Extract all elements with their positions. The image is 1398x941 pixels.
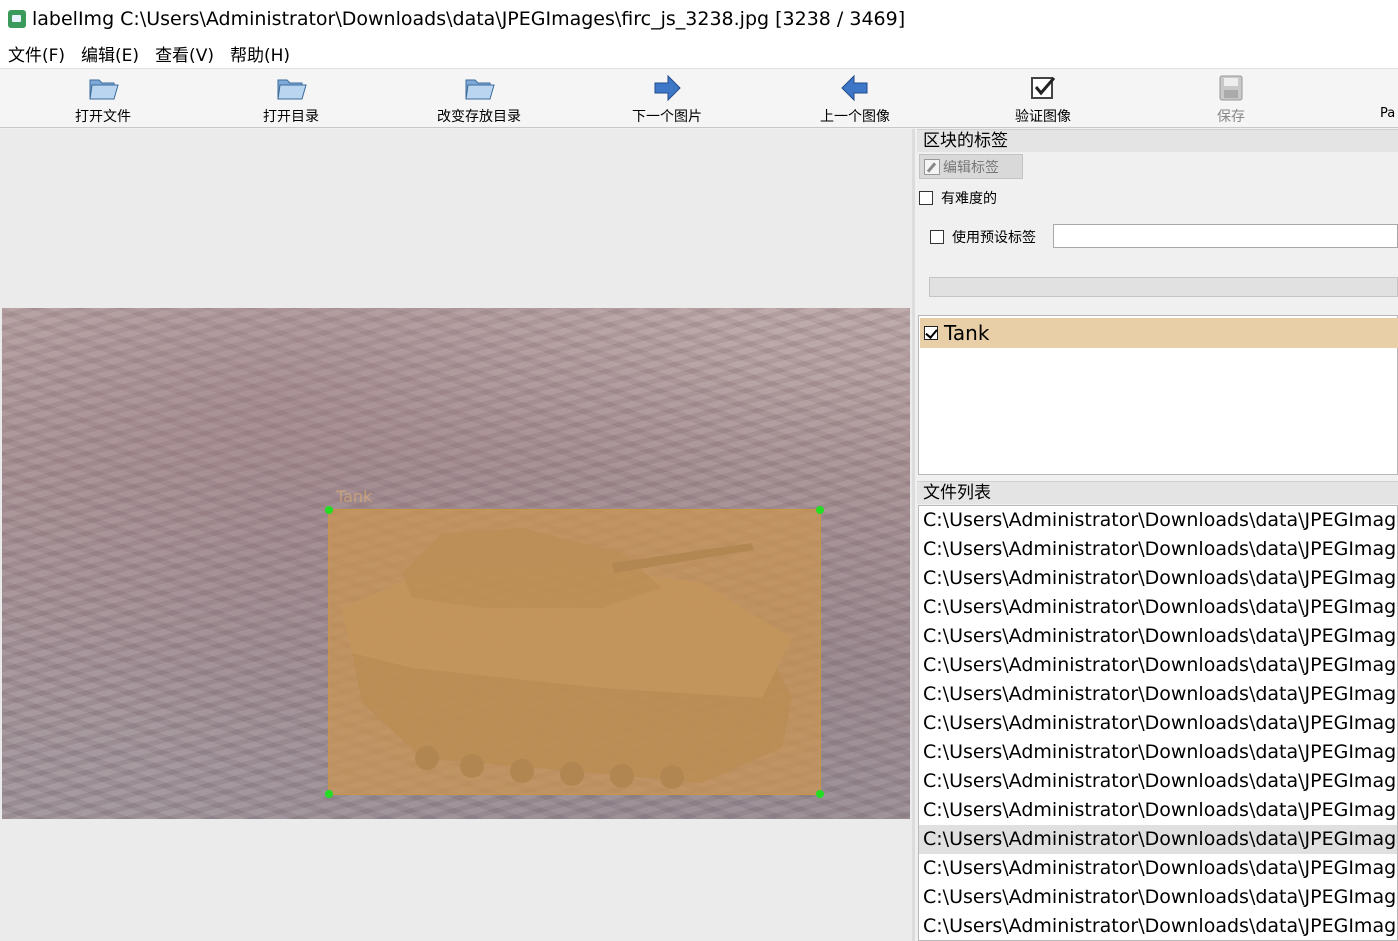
file-list-item[interactable]: C:\Users\Administrator\Downloads\data\JP…: [919, 680, 1397, 709]
difficult-checkbox-row[interactable]: 有难度的: [919, 188, 997, 208]
file-list-item[interactable]: C:\Users\Administrator\Downloads\data\JP…: [919, 854, 1397, 883]
label-list[interactable]: Tank: [918, 315, 1398, 475]
arrow-left-icon: [841, 74, 868, 102]
use-default-label-checkbox[interactable]: [930, 230, 944, 244]
file-list-item[interactable]: C:\Users\Administrator\Downloads\data\JP…: [919, 912, 1397, 940]
panel-splitter[interactable]: [912, 129, 915, 941]
menu-edit[interactable]: 编辑(E): [81, 41, 139, 66]
partial-tool-label: Pa: [1380, 106, 1396, 121]
change-save-dir-label: 改变存放目录: [437, 109, 521, 125]
next-image-button[interactable]: 下一个图片: [627, 69, 707, 127]
box-labels-title: 区块的标签: [917, 129, 1398, 152]
change-save-dir-button[interactable]: 改变存放目录: [432, 69, 526, 127]
verify-image-label: 验证图像: [1015, 109, 1071, 125]
save-label: 保存: [1217, 109, 1245, 125]
label-list-item-text: Tank: [944, 321, 990, 345]
file-list-item[interactable]: C:\Users\Administrator\Downloads\data\JP…: [919, 767, 1397, 796]
verify-image-button[interactable]: 验证图像: [1010, 69, 1076, 127]
file-list-item[interactable]: C:\Users\Administrator\Downloads\data\JP…: [919, 593, 1397, 622]
bbox-handle-bottom-right[interactable]: [816, 790, 824, 798]
checkbox-icon: [1031, 77, 1056, 99]
menu-help[interactable]: 帮助(H): [230, 41, 290, 66]
prev-image-label: 上一个图像: [820, 109, 890, 125]
window-title: labelImg C:\Users\Administrator\Download…: [32, 8, 906, 30]
arrow-right-icon: [654, 74, 681, 102]
difficult-label: 有难度的: [941, 191, 997, 207]
edit-icon: [924, 158, 940, 175]
bounding-box[interactable]: [325, 506, 824, 798]
file-list[interactable]: C:\Users\Administrator\Downloads\data\JP…: [918, 505, 1398, 941]
folder-open-icon: [277, 79, 307, 100]
file-list-title: 文件列表: [917, 481, 1398, 504]
use-default-label-row[interactable]: 使用预设标签: [930, 227, 1036, 247]
file-list-item[interactable]: C:\Users\Administrator\Downloads\data\JP…: [919, 622, 1397, 651]
folder-open-icon: [89, 79, 119, 100]
label-combo-box[interactable]: [929, 277, 1398, 297]
edit-label-text: 编辑标签: [943, 159, 999, 176]
file-list-item[interactable]: C:\Users\Administrator\Downloads\data\JP…: [919, 506, 1397, 535]
save-button[interactable]: 保存: [1206, 69, 1256, 127]
menu-file[interactable]: 文件(F): [8, 41, 65, 66]
bbox-handle-bottom-left[interactable]: [325, 790, 333, 798]
folder-open-icon: [465, 79, 495, 100]
image-photo: Tank: [2, 308, 910, 819]
file-list-item[interactable]: C:\Users\Administrator\Downloads\data\JP…: [919, 738, 1397, 767]
open-file-label: 打开文件: [75, 109, 131, 125]
bbox-handle-top-left[interactable]: [325, 506, 333, 514]
partial-tool-icon: [1380, 72, 1398, 104]
file-list-item[interactable]: C:\Users\Administrator\Downloads\data\JP…: [919, 796, 1397, 825]
file-list-item[interactable]: C:\Users\Administrator\Downloads\data\JP…: [919, 709, 1397, 738]
image-canvas[interactable]: Tank: [0, 129, 912, 941]
open-dir-label: 打开目录: [263, 109, 319, 125]
save-icon: [1219, 75, 1243, 101]
toolbar: 打开文件 打开目录 改变存放目录 下一个图片 上一个图像 验证图像 保存 Pa: [0, 68, 1398, 128]
next-image-label: 下一个图片: [632, 109, 702, 125]
app-icon: [8, 10, 26, 28]
file-list-item[interactable]: C:\Users\Administrator\Downloads\data\JP…: [919, 564, 1397, 593]
file-list-item-selected[interactable]: C:\Users\Administrator\Downloads\data\JP…: [919, 825, 1397, 854]
title-bar: labelImg C:\Users\Administrator\Download…: [0, 0, 1398, 38]
file-list-item[interactable]: C:\Users\Administrator\Downloads\data\JP…: [919, 535, 1397, 564]
menu-view[interactable]: 查看(V): [155, 41, 214, 66]
partial-tool-button[interactable]: Pa: [1380, 69, 1398, 127]
difficult-checkbox[interactable]: [919, 191, 933, 205]
open-file-button[interactable]: 打开文件: [72, 69, 134, 127]
label-list-item[interactable]: Tank: [920, 318, 1398, 348]
bbox-handle-top-right[interactable]: [816, 506, 824, 514]
prev-image-button[interactable]: 上一个图像: [815, 69, 895, 127]
default-label-input[interactable]: [1053, 224, 1398, 248]
label-visible-checkbox[interactable]: [924, 326, 938, 340]
bbox-label: Tank: [336, 487, 373, 506]
file-list-item[interactable]: C:\Users\Administrator\Downloads\data\JP…: [919, 883, 1397, 912]
open-dir-button[interactable]: 打开目录: [260, 69, 322, 127]
file-list-item[interactable]: C:\Users\Administrator\Downloads\data\JP…: [919, 651, 1397, 680]
edit-label-button[interactable]: 编辑标签: [919, 154, 1023, 179]
menu-bar: 文件(F) 编辑(E) 查看(V) 帮助(H): [0, 38, 1398, 68]
use-default-label-text: 使用预设标签: [952, 230, 1036, 246]
